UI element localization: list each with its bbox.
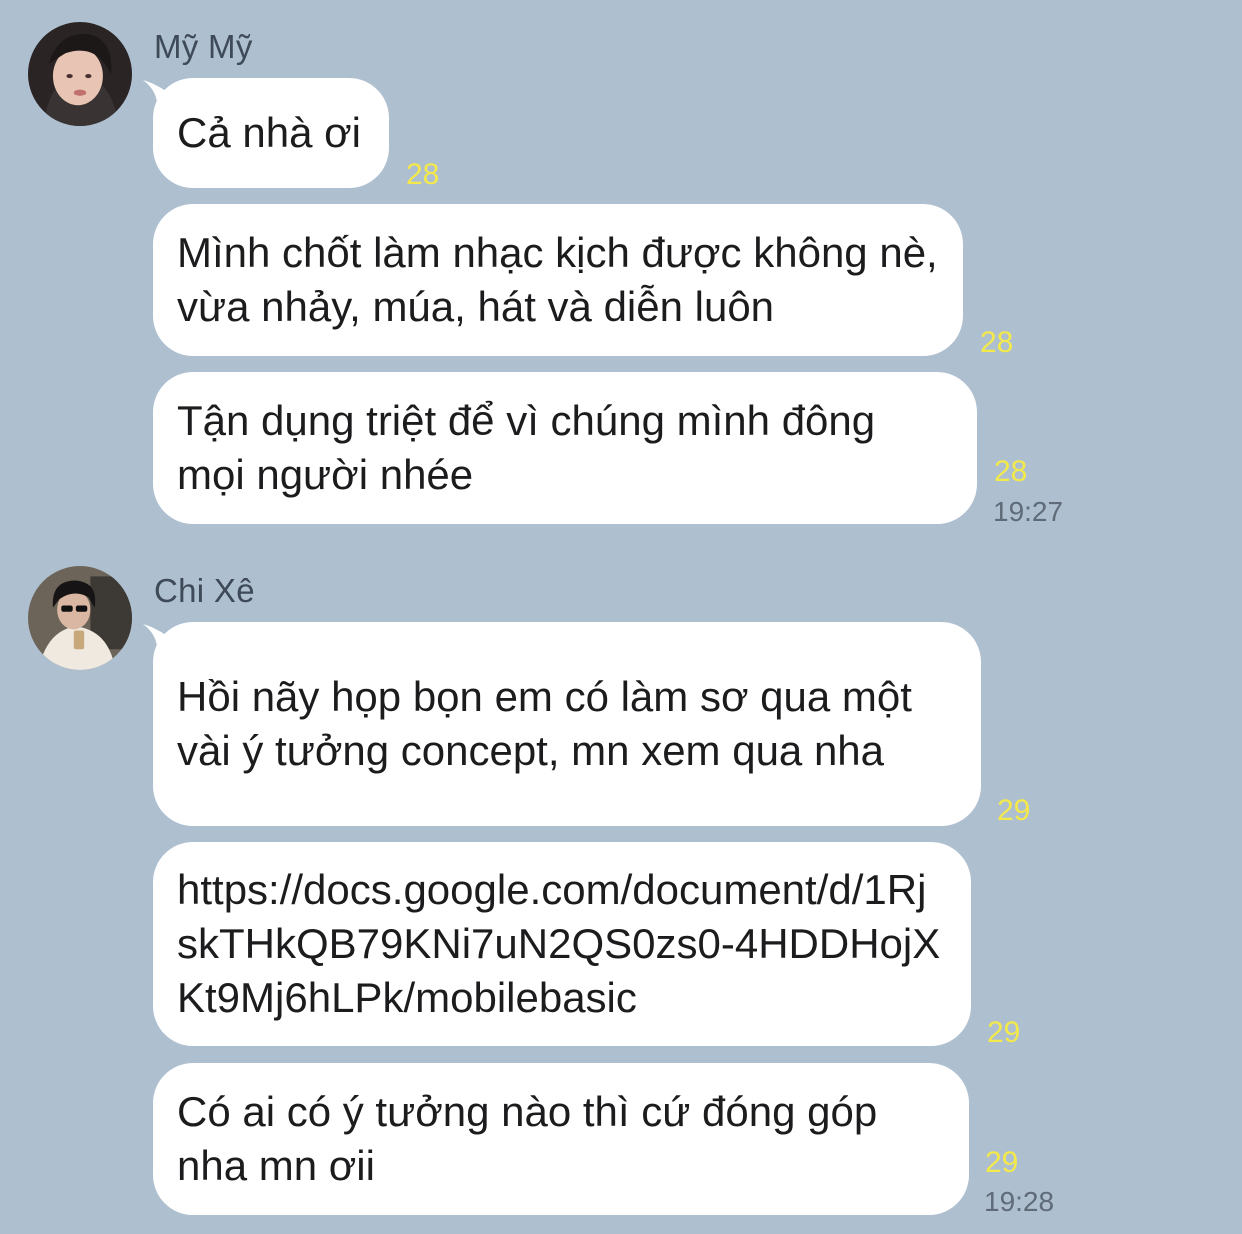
message-link[interactable]: https://docs.google.com/document/d/1Rjsk…	[177, 863, 947, 1025]
read-count: 29	[987, 1016, 1021, 1049]
sender-name: Mỹ Mỹ	[154, 28, 253, 65]
message-text: Có ai có ý tưởng nào thì cứ đóng góp nha…	[177, 1088, 878, 1189]
timestamp: 19:28	[984, 1186, 1055, 1217]
read-count: 28	[980, 326, 1014, 359]
avatar-my-my[interactable]	[28, 22, 132, 126]
message-bubble[interactable]: Hồi nãy họp bọn em có làm sơ qua một vài…	[153, 622, 981, 826]
message-text: Cả nhà ơi	[177, 109, 361, 156]
timestamp: 19:27	[993, 496, 1064, 527]
message-bubble[interactable]: Mình chốt làm nhạc kịch được không nè, v…	[153, 204, 963, 356]
user-avatar-icon	[28, 22, 132, 126]
message-text: Hồi nãy họp bọn em có làm sơ qua một vài…	[177, 673, 912, 774]
read-count: 29	[997, 794, 1031, 827]
read-count: 28	[406, 158, 440, 191]
sender-name: Chi Xê	[154, 572, 255, 609]
message-bubble[interactable]: Cả nhà ơi	[153, 78, 389, 188]
message-text: Mình chốt làm nhạc kịch được không nè, v…	[177, 229, 938, 330]
message-text: Tận dụng triệt để vì chúng mình đông mọi…	[177, 397, 876, 498]
message-bubble[interactable]: https://docs.google.com/document/d/1Rjsk…	[153, 842, 971, 1046]
avatar-chi-xe[interactable]	[28, 566, 132, 670]
message-bubble[interactable]: Có ai có ý tưởng nào thì cứ đóng góp nha…	[153, 1063, 969, 1215]
read-count: 28	[994, 455, 1028, 488]
user-avatar-icon	[28, 566, 132, 670]
message-bubble[interactable]: Tận dụng triệt để vì chúng mình đông mọi…	[153, 372, 977, 524]
read-count: 29	[985, 1146, 1019, 1179]
